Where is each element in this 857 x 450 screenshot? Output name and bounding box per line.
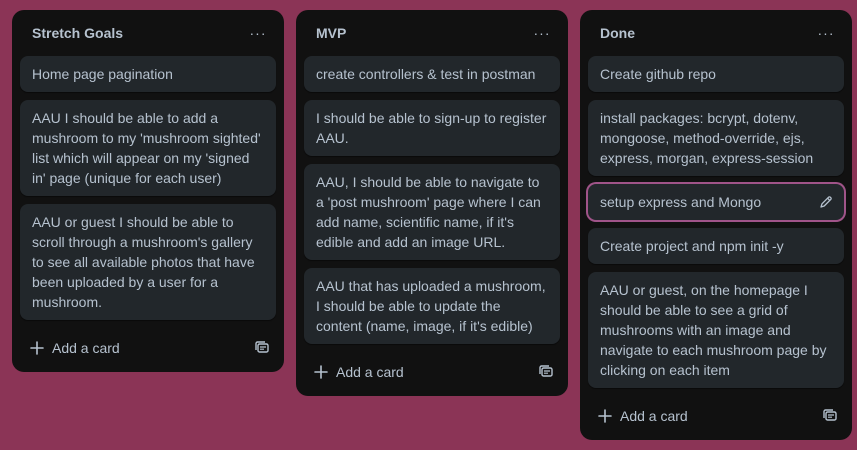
card[interactable]: AAU or guest I should be able to scroll … bbox=[20, 204, 276, 320]
card[interactable]: AAU or guest, on the homepage I should b… bbox=[588, 272, 844, 388]
card[interactable]: install packages: bcrypt, dotenv, mongoo… bbox=[588, 100, 844, 176]
card[interactable]: AAU, I should be able to navigate to a '… bbox=[304, 164, 560, 260]
list-footer: Add a card bbox=[588, 392, 844, 440]
card[interactable]: Home page pagination bbox=[20, 56, 276, 92]
list-title[interactable]: Done bbox=[600, 25, 635, 41]
list-done: Done ··· Create github repo install pack… bbox=[580, 10, 852, 440]
card[interactable]: AAU I should be able to add a mushroom t… bbox=[20, 100, 276, 196]
add-card-label: Add a card bbox=[336, 364, 404, 380]
card[interactable]: Create project and npm init -y bbox=[588, 228, 844, 264]
list-header: Done ··· bbox=[588, 10, 844, 56]
add-card-button[interactable]: Add a card bbox=[30, 340, 120, 356]
list-mvp: MVP ··· create controllers & test in pos… bbox=[296, 10, 568, 396]
card-template-icon[interactable] bbox=[538, 364, 554, 380]
plus-icon bbox=[314, 365, 328, 379]
plus-icon bbox=[30, 341, 44, 355]
list-footer: Add a card bbox=[304, 348, 560, 396]
pencil-icon[interactable] bbox=[818, 194, 834, 210]
list-menu-button[interactable]: ··· bbox=[812, 19, 840, 47]
add-card-label: Add a card bbox=[620, 408, 688, 424]
card-text: setup express and Mongo bbox=[600, 194, 762, 210]
card-list: create controllers & test in postman I s… bbox=[304, 56, 560, 344]
list-title[interactable]: MVP bbox=[316, 25, 346, 41]
card-list: Home page pagination AAU I should be abl… bbox=[20, 56, 276, 320]
list-footer: Add a card bbox=[20, 324, 276, 372]
card-template-icon[interactable] bbox=[254, 340, 270, 356]
list-stretch-goals: Stretch Goals ··· Home page pagination A… bbox=[12, 10, 284, 372]
list-menu-button[interactable]: ··· bbox=[244, 19, 272, 47]
card[interactable]: I should be able to sign-up to register … bbox=[304, 100, 560, 156]
card[interactable]: create controllers & test in postman bbox=[304, 56, 560, 92]
card-template-icon[interactable] bbox=[822, 408, 838, 424]
list-title[interactable]: Stretch Goals bbox=[32, 25, 123, 41]
plus-icon bbox=[598, 409, 612, 423]
list-menu-button[interactable]: ··· bbox=[528, 19, 556, 47]
list-header: Stretch Goals ··· bbox=[20, 10, 276, 56]
card[interactable]: AAU that has uploaded a mushroom, I shou… bbox=[304, 268, 560, 344]
add-card-button[interactable]: Add a card bbox=[598, 408, 688, 424]
card-list: Create github repo install packages: bcr… bbox=[588, 56, 844, 388]
add-card-button[interactable]: Add a card bbox=[314, 364, 404, 380]
card-focused[interactable]: setup express and Mongo bbox=[588, 184, 844, 220]
list-header: MVP ··· bbox=[304, 10, 560, 56]
add-card-label: Add a card bbox=[52, 340, 120, 356]
card[interactable]: Create github repo bbox=[588, 56, 844, 92]
